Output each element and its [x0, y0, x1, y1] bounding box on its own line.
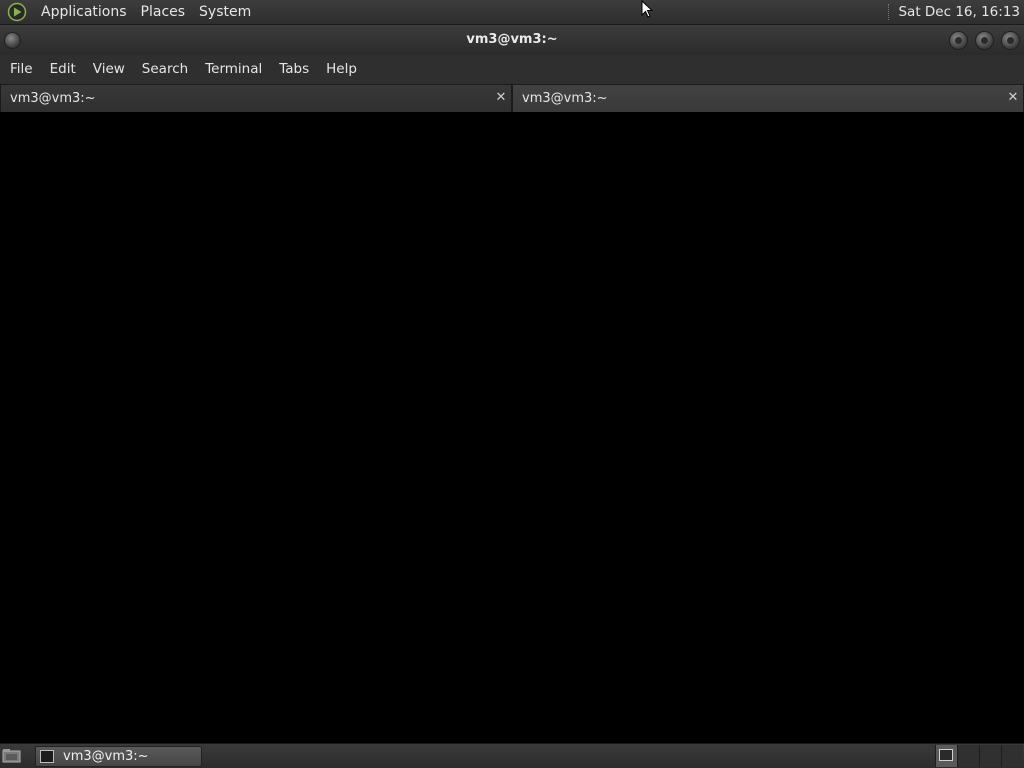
- tab-label: vm3@vm3:~: [522, 91, 608, 106]
- taskbar-window-label: vm3@vm3:~: [63, 749, 149, 764]
- top-panel: Applications Places System Sat Dec 16, 1…: [0, 0, 1024, 25]
- applications-menu[interactable]: Applications: [34, 0, 134, 25]
- tab-label: vm3@vm3:~: [10, 91, 96, 106]
- system-menu[interactable]: System: [192, 0, 258, 25]
- menu-bar: File Edit View Search Terminal Tabs Help: [0, 55, 1024, 84]
- menu-view[interactable]: View: [86, 55, 132, 84]
- window-title: vm3@vm3:~: [466, 32, 558, 47]
- workspace-4[interactable]: [1001, 745, 1023, 767]
- places-menu[interactable]: Places: [134, 0, 193, 25]
- maximize-button[interactable]: [975, 31, 994, 50]
- minimize-button[interactable]: [949, 31, 968, 50]
- tab-terminal-2[interactable]: vm3@vm3:~ ✕: [512, 84, 1024, 112]
- menu-edit[interactable]: Edit: [43, 55, 83, 84]
- tab-bar: vm3@vm3:~ ✕ vm3@vm3:~ ✕: [0, 84, 1024, 112]
- menu-help[interactable]: Help: [319, 55, 364, 84]
- menu-file[interactable]: File: [3, 55, 40, 84]
- clock[interactable]: Sat Dec 16, 16:13: [898, 4, 1020, 20]
- workspace-switcher[interactable]: [935, 745, 1023, 767]
- bottom-panel: vm3@vm3:~: [0, 743, 1024, 768]
- tab-close-icon[interactable]: ✕: [1006, 91, 1020, 105]
- workspace-1[interactable]: [935, 745, 957, 767]
- mouse-cursor-icon: [641, 0, 654, 18]
- menu-terminal[interactable]: Terminal: [198, 55, 269, 84]
- close-button[interactable]: [1001, 31, 1020, 50]
- window-titlebar[interactable]: vm3@vm3:~: [0, 25, 1024, 55]
- workspace-3[interactable]: [979, 745, 1001, 767]
- terminal-area[interactable]: [0, 112, 1024, 743]
- tab-terminal-1[interactable]: vm3@vm3:~ ✕: [0, 84, 512, 112]
- workspace-window-icon: [939, 749, 953, 761]
- menu-tabs[interactable]: Tabs: [272, 55, 316, 84]
- taskbar-window-button[interactable]: vm3@vm3:~: [35, 746, 202, 767]
- show-desktop-icon[interactable]: [2, 748, 22, 764]
- tab-close-icon[interactable]: ✕: [494, 91, 508, 105]
- distro-logo-icon[interactable]: [6, 1, 28, 23]
- terminal-icon: [40, 750, 54, 763]
- panel-separator: [888, 4, 890, 20]
- workspace-2[interactable]: [957, 745, 979, 767]
- menu-search[interactable]: Search: [135, 55, 195, 84]
